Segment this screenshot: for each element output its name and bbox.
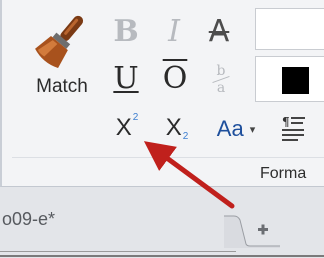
- overline-button[interactable]: O: [158, 60, 192, 98]
- match-label: Match: [36, 76, 88, 97]
- svg-text:¶: ¶: [282, 115, 290, 129]
- superscript-mini: 2: [132, 111, 139, 123]
- italic-button[interactable]: I: [158, 14, 190, 50]
- plus-icon: [258, 224, 268, 235]
- font-name-box[interactable]: [255, 8, 324, 50]
- strikethrough-button[interactable]: A: [200, 14, 238, 50]
- fraction-button[interactable]: b a: [206, 62, 236, 96]
- subscript-base: X: [165, 114, 182, 141]
- change-case-label: Aa: [216, 116, 244, 141]
- match-format-button[interactable]: Match: [22, 10, 102, 120]
- window-bottom-border: [0, 255, 324, 257]
- bold-button[interactable]: B: [110, 14, 142, 50]
- change-case-button[interactable]: Aa ▾: [206, 113, 266, 145]
- paragraph-format-button[interactable]: ¶: [276, 110, 310, 146]
- add-tab-button[interactable]: [224, 214, 280, 248]
- tab-bar-divider: [0, 251, 236, 252]
- fraction-denominator: a: [216, 79, 226, 96]
- subscript-mini: 2: [182, 130, 189, 142]
- font-color-swatch[interactable]: [282, 67, 309, 94]
- underline-button[interactable]: U: [110, 60, 142, 98]
- ribbon-format-panel: Match B I A U O b a X2 X2 Aa ▾ ¶ Forma: [0, 0, 324, 187]
- fraction-numerator: b: [216, 62, 226, 79]
- superscript-base: X: [115, 114, 132, 141]
- paragraph-icon: ¶: [282, 115, 305, 141]
- subscript-button[interactable]: X2: [160, 110, 194, 146]
- group-divider: [12, 157, 324, 158]
- format-group-label: Forma: [260, 165, 307, 182]
- chevron-down-icon: ▾: [249, 123, 256, 136]
- superscript-button[interactable]: X2: [110, 110, 144, 146]
- paintbrush-icon: [35, 15, 84, 68]
- sheet-tab-active[interactable]: o09-e*: [0, 197, 212, 241]
